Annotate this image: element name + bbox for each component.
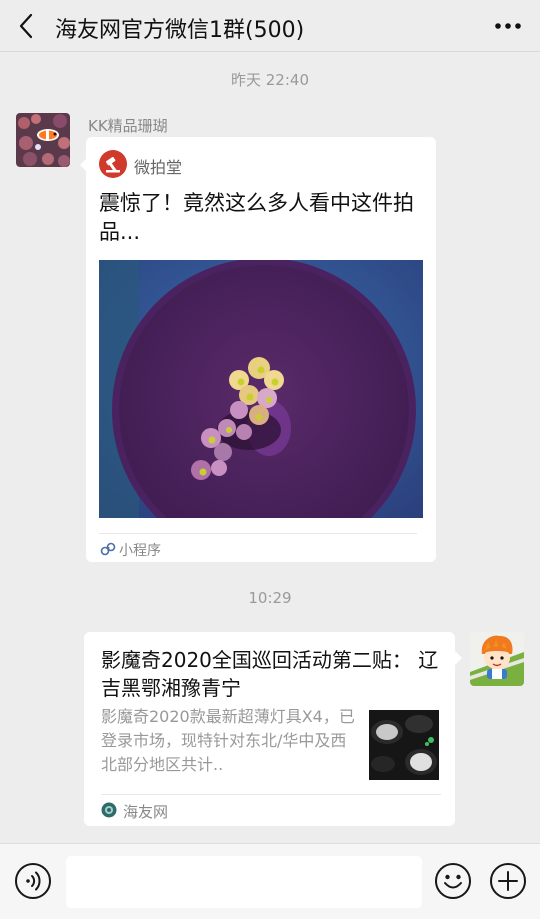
message-timestamp: 昨天 22:40 <box>231 71 309 89</box>
message-timestamp: 10:29 <box>248 589 292 607</box>
coral-photo <box>99 260 423 518</box>
card-description: 影魔奇2020款最新超薄灯具X4，已登录市场，现特针对东北/华中及西北部分地区共… <box>101 707 355 774</box>
link-card[interactable]: 影魔奇2020全国巡回活动第二贴： 辽吉黑鄂湘豫青宁 影魔奇2020款最新超薄灯… <box>84 632 455 826</box>
card-thumbnail <box>369 710 439 780</box>
chat-header: 海友网官方微信1群(500) <box>0 0 540 52</box>
more-button[interactable] <box>488 10 528 42</box>
haiyou-logo-icon <box>101 802 117 818</box>
card-title: 震惊了！竟然这么多人看中这件拍品... <box>99 191 414 244</box>
chevron-left-icon <box>19 13 33 39</box>
input-bar <box>0 843 540 919</box>
voice-button[interactable] <box>14 862 52 900</box>
plus-icon <box>490 863 526 899</box>
card-divider <box>99 533 417 534</box>
card-footer-label: 小程序 <box>119 543 161 559</box>
card-footer-label: 海友网 <box>123 803 169 821</box>
bubble-tail <box>455 651 462 665</box>
weipaitang-logo-icon <box>99 150 127 178</box>
back-button[interactable] <box>10 8 44 44</box>
sender-avatar[interactable] <box>16 113 70 167</box>
voice-icon <box>15 863 51 899</box>
mini-program-card[interactable]: 微拍堂 震惊了！竟然这么多人看中这件拍品... 小程序 <box>86 137 436 562</box>
emoji-button[interactable] <box>434 862 472 900</box>
card-source-name: 微拍堂 <box>134 158 183 177</box>
sender-name: KK精品珊瑚 <box>88 117 168 135</box>
mini-program-icon <box>100 541 116 557</box>
more-dots-icon <box>495 23 521 29</box>
chat-title: 海友网官方微信1群(500) <box>55 18 305 43</box>
emoji-icon <box>435 863 471 899</box>
my-avatar[interactable] <box>470 632 524 686</box>
card-title: 影魔奇2020全国巡回活动第二贴： 辽吉黑鄂湘豫青宁 <box>101 648 439 700</box>
message-input[interactable] <box>66 856 422 908</box>
card-divider <box>101 794 441 795</box>
more-actions-button[interactable] <box>489 862 527 900</box>
